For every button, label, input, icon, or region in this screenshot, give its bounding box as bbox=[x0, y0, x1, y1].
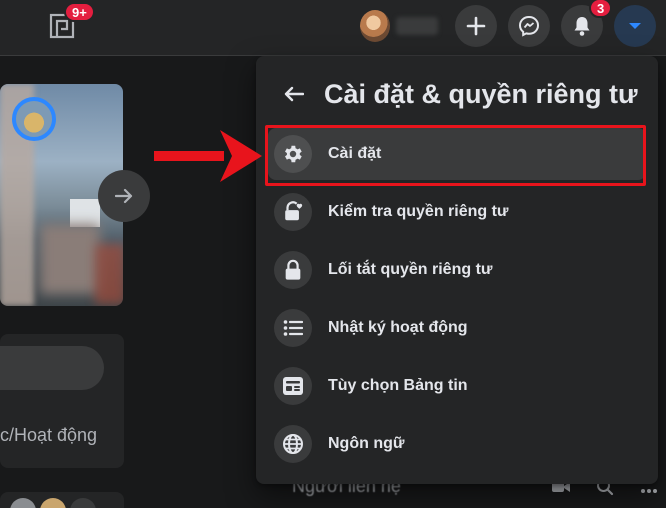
feed-icon bbox=[274, 367, 312, 405]
top-navigation-bar: 9+ 3 bbox=[0, 0, 666, 56]
composer-input[interactable] bbox=[0, 346, 104, 390]
menu-item-language[interactable]: Ngôn ngữ bbox=[268, 418, 646, 470]
story-next-button[interactable] bbox=[98, 170, 150, 222]
menu-item-label: Lối tắt quyền riêng tư bbox=[328, 261, 493, 278]
menu-item-activity-log[interactable]: Nhật ký hoạt động bbox=[268, 302, 646, 354]
list-icon bbox=[274, 309, 312, 347]
room-avatar[interactable] bbox=[10, 498, 36, 508]
story-blur-region bbox=[95, 244, 123, 304]
notification-badge: 3 bbox=[589, 0, 613, 18]
arrow-right-icon bbox=[115, 188, 133, 204]
profile-name-blurred bbox=[396, 17, 438, 35]
account-menu-button[interactable] bbox=[614, 5, 656, 47]
menu-item-label: Ngôn ngữ bbox=[328, 435, 405, 452]
story-avatar bbox=[12, 97, 56, 141]
annotation-highlight-box bbox=[265, 125, 646, 186]
messenger-icon bbox=[518, 15, 540, 37]
menu-header: Cài đặt & quyền riêng tư bbox=[276, 76, 638, 112]
profile-button[interactable] bbox=[358, 8, 438, 44]
arrow-left-icon bbox=[284, 86, 304, 102]
messenger-button[interactable] bbox=[508, 5, 550, 47]
menu-title: Cài đặt & quyền riêng tư bbox=[324, 78, 638, 109]
create-button[interactable] bbox=[455, 5, 497, 47]
bell-icon bbox=[574, 17, 590, 36]
room-avatar[interactable] bbox=[70, 498, 96, 508]
avatar bbox=[360, 10, 391, 42]
settings-privacy-menu: Cài đặt & quyền riêng tư Cài đặt Kiểm tr… bbox=[256, 56, 658, 484]
menu-item-label: Nhật ký hoạt động bbox=[328, 319, 468, 336]
feeling-activity-button[interactable]: c/Hoạt động bbox=[0, 425, 97, 446]
plus-icon bbox=[466, 16, 486, 36]
menu-item-privacy-shortcuts[interactable]: Lối tắt quyền riêng tư bbox=[268, 244, 646, 296]
menu-item-feed-preferences[interactable]: Tùy chọn Bảng tin bbox=[268, 360, 646, 412]
back-button[interactable] bbox=[276, 76, 312, 112]
story-blur-region bbox=[40, 224, 100, 294]
menu-item-label: Tùy chọn Bảng tin bbox=[328, 377, 468, 394]
gaming-badge: 9+ bbox=[64, 2, 95, 22]
annotation-arrow-icon bbox=[154, 130, 262, 182]
rooms-card bbox=[0, 492, 124, 508]
menu-item-privacy-checkup[interactable]: Kiểm tra quyền riêng tư bbox=[268, 186, 646, 238]
room-avatar[interactable] bbox=[40, 498, 66, 508]
lock-icon bbox=[274, 251, 312, 289]
lock-heart-icon bbox=[274, 193, 312, 231]
caret-down-icon bbox=[629, 23, 641, 29]
story-building bbox=[70, 199, 100, 227]
globe-icon bbox=[274, 425, 312, 463]
menu-item-label: Kiểm tra quyền riêng tư bbox=[328, 203, 509, 220]
